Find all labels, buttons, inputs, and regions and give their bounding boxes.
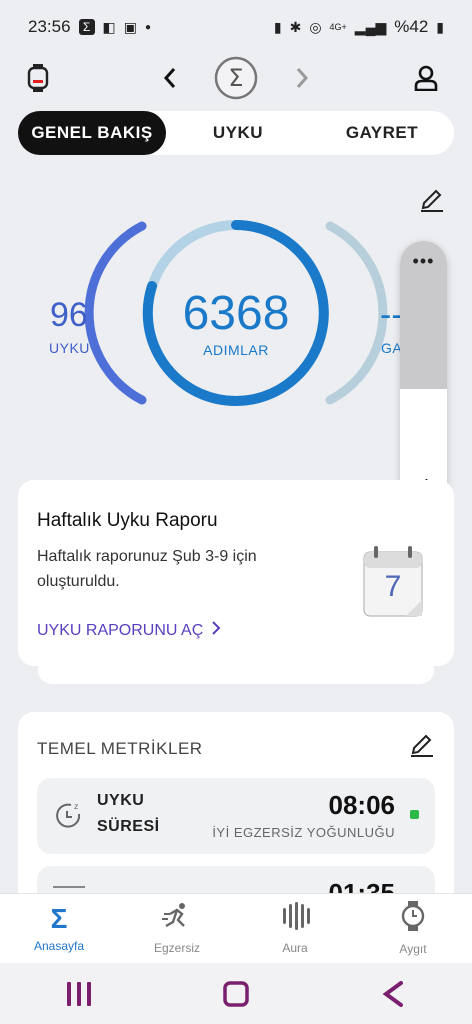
aura-icon [279,902,311,935]
more-options-icon[interactable]: ••• [400,251,447,272]
image-notification-icon: ▣ [123,18,138,35]
weekly-report-title: Haftalık Uyku Raporu [37,510,218,531]
tab-effort[interactable]: GAYRET [310,111,454,155]
calendar-icon: 7 [362,544,424,618]
app-notification-icon: ◧ [102,18,116,35]
signal-icon: ▂▄▆ [354,18,387,35]
nav-device-label: Aygıt [399,942,427,956]
sigma-icon: Σ [50,902,68,934]
device-battery-icon[interactable] [20,60,56,96]
metric-label-line1: UYKU [97,792,145,809]
bluetooth-icon: ✱ [289,18,302,35]
status-right: ▮ ✱ ◎ 4G+ ▂▄▆ %42 ▮ [274,17,444,37]
runner-icon [162,902,192,935]
nav-exercise-label: Egzersiz [153,941,200,955]
more-notifications-icon: ● [145,21,152,33]
sleep-timer-icon: z [53,800,85,832]
nav-home-label: Anasayfa [33,938,85,953]
card-stack-shadow [38,666,434,684]
metric-label-line2: SÜRESİ [97,818,160,835]
prev-day-icon[interactable] [152,60,188,96]
recent-apps-icon[interactable] [59,979,99,1009]
nav-device[interactable]: Aygıt [354,894,472,963]
system-navigation-bar [0,963,472,1024]
edit-metrics-icon[interactable] [408,732,436,760]
nav-home[interactable]: Σ Anasayfa [0,894,118,963]
battery-level: %42 [394,17,429,36]
status-left: 23:56 Σ ◧ ▣ ● [28,17,151,37]
battery-icon: ▮ [436,18,444,35]
open-sleep-report-label: UYKU RAPORUNU AÇ [37,621,204,639]
open-sleep-report-link[interactable]: UYKU RAPORUNU AÇ [37,620,221,641]
svg-text:Σ: Σ [228,64,243,92]
battery-saver-icon: ▮ [273,18,282,35]
top-bar: Σ [0,56,472,100]
metric-subtext: İYİ EGZERSİZ YOĞUNLUĞU [212,825,395,840]
tab-bar: GENEL BAKIŞ UYKU GAYRET [18,111,454,155]
sigma-notification-icon: Σ [78,19,95,35]
nav-aura-label: Aura [282,941,308,955]
next-day-icon[interactable] [284,60,320,96]
clock: 23:56 [28,17,71,36]
svg-text:z: z [74,802,78,811]
profile-icon[interactable] [408,60,444,96]
sigma-logo-icon: Σ [212,54,260,102]
back-icon[interactable] [373,979,413,1009]
weekly-report-body: Haftalık raporunuz Şub 3-9 için oluşturu… [37,548,257,590]
home-icon[interactable] [216,979,256,1009]
tab-overview[interactable]: GENEL BAKIŞ [18,111,166,155]
tab-sleep[interactable]: UYKU [166,111,310,155]
watch-icon [401,901,425,936]
bottom-navigation: Σ Anasayfa Egzersiz Aura Aygıt [0,893,472,963]
metric-value: 08:06 [328,790,396,820]
network-type: 4G+ [329,22,347,32]
nav-exercise[interactable]: Egzersiz [118,894,236,963]
status-bar: 23:56 Σ ◧ ▣ ● ▮ ✱ ◎ 4G+ ▂▄▆ %42 ▮ [0,0,472,54]
floating-volume-panel[interactable]: ••• ♪) [400,241,447,513]
metric-row-sleep-duration[interactable]: z UYKU SÜRESİ 08:06 İYİ EGZERSİZ YOĞUNLU… [37,778,435,854]
calendar-day: 7 [384,570,402,603]
weekly-report-card[interactable]: Haftalık Uyku Raporu Haftalık raporunuz … [18,480,454,666]
metric-status-dot [410,810,419,819]
hotspot-icon: ◎ [309,18,322,35]
nav-aura[interactable]: Aura [236,894,354,963]
key-metrics-title: TEMEL METRİKLER [37,739,203,758]
chevron-right-icon [211,620,221,641]
